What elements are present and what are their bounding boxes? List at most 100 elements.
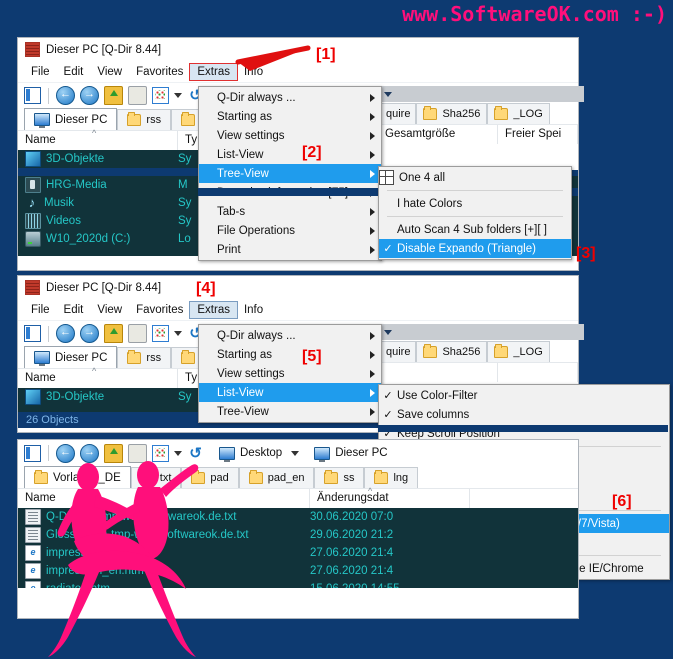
address-chevron-down-icon[interactable] [291, 450, 300, 456]
new-folder-icon[interactable] [128, 443, 147, 463]
menu-item-starting-as[interactable]: Starting as [199, 107, 381, 126]
file-row[interactable]: Glossar.htm-tmp-www.softwareok.de.txt 29… [18, 526, 578, 544]
view-grid-icon[interactable] [152, 87, 169, 104]
tab-pad[interactable]: pad [181, 467, 239, 488]
menu-favorites[interactable]: Favorites [129, 64, 190, 80]
submenu-arrow-icon [370, 407, 375, 416]
file-date: 15.06.2020 14:55 [310, 583, 470, 588]
folder-up-icon[interactable] [104, 324, 123, 343]
new-folder-icon[interactable] [128, 324, 147, 343]
menu-favorites[interactable]: Favorites [129, 302, 190, 318]
menu-extras[interactable]: Extras [189, 300, 238, 319]
menu-item-disable-expando[interactable]: ✓ Disable Expando (Triangle) [379, 239, 571, 258]
menu-item-qdir-always[interactable]: Q-Dir always ... [199, 88, 381, 107]
tab-rss[interactable]: rss [117, 347, 172, 368]
tab-quire[interactable]: quire [380, 103, 417, 124]
menu-item-file-operations[interactable]: File Operations [199, 221, 381, 240]
file-row[interactable]: Q-Dir.htm-tmp-www.softwareok.de.txt 30.0… [18, 508, 578, 526]
tab-pad-en[interactable]: pad_en [238, 467, 315, 488]
menu-info[interactable]: Info [237, 302, 270, 318]
menu-file[interactable]: File [24, 64, 57, 80]
address-item-desktop[interactable]: Desktop [219, 446, 282, 462]
tab-rss[interactable]: rss [117, 109, 172, 130]
file-name: impressum_en.htm [46, 565, 144, 577]
file-name: HRG-Media [46, 179, 107, 191]
menu-item-tree-view[interactable]: Tree-View [199, 164, 381, 183]
tab-label: Sha256 [442, 346, 481, 358]
list-view-icon[interactable] [24, 444, 41, 462]
forward-icon[interactable]: → [80, 86, 99, 105]
menu-edit[interactable]: Edit [57, 64, 91, 80]
tab-sha256[interactable]: Sha256 [416, 103, 488, 124]
view-grid-icon[interactable] [152, 444, 169, 462]
column-gesamtgroesse[interactable]: Gesamtgröße [378, 125, 498, 144]
menu-view[interactable]: View [90, 64, 129, 80]
menu-item-auto-scan-sub-folders[interactable]: Auto Scan 4 Sub folders [+][ ] [379, 220, 571, 239]
chevron-down-icon[interactable] [384, 329, 392, 335]
drive-icon [25, 231, 41, 247]
back-icon[interactable]: ← [56, 443, 75, 463]
view-grid-icon[interactable] [152, 325, 169, 342]
menu-item-starting-as[interactable]: Starting as [199, 345, 381, 364]
chevron-down-icon[interactable] [384, 91, 392, 97]
column-aenderungsdatum[interactable]: Änderungsdat [310, 489, 470, 508]
folder-up-icon[interactable] [104, 443, 123, 463]
tab-dieser-pc[interactable]: Dieser PC [24, 108, 118, 130]
folder-up-icon[interactable] [104, 86, 123, 105]
tab-sha256[interactable]: Sha256 [416, 341, 488, 362]
column-name[interactable]: Name [18, 131, 178, 150]
folder-icon [494, 106, 509, 120]
menu-item-use-color-filter[interactable]: ✓ Use Color-Filter [379, 386, 669, 405]
file-row[interactable]: e impressum_en.htm 27.06.2020 21:4 [18, 562, 578, 580]
forward-icon[interactable]: → [80, 324, 99, 343]
pane-scroll-band[interactable] [378, 324, 584, 340]
list-view-icon[interactable] [24, 87, 41, 104]
menu-item-qdir-always[interactable]: Q-Dir always ... [199, 326, 381, 345]
menu-file[interactable]: File [24, 302, 57, 318]
menu-item-save-columns[interactable]: ✓ Save columns [379, 405, 669, 424]
marker-1: [1] [316, 46, 336, 63]
menu-item-list-view[interactable]: List-View [199, 145, 381, 164]
file-row[interactable]: e impressum.htm 27.06.2020 21:4 [18, 544, 578, 562]
forward-icon[interactable]: → [80, 443, 99, 463]
menu-edit[interactable]: Edit [57, 302, 91, 318]
menu-item-print[interactable]: Print [199, 240, 381, 259]
tab-txt[interactable]: txt [130, 467, 182, 488]
new-folder-icon[interactable] [128, 86, 147, 105]
tab-dieser-pc[interactable]: Dieser PC [24, 346, 118, 368]
list-view-icon[interactable] [24, 325, 41, 342]
explorer-window: ← → ↺ Desktop Dieser PC Vorlagen_DE txt … [18, 440, 578, 618]
tab-vorlagen-de[interactable]: Vorlagen_DE [24, 466, 131, 488]
back-icon[interactable]: ← [56, 324, 75, 343]
chevron-down-icon[interactable] [174, 331, 182, 336]
chevron-down-icon[interactable] [174, 450, 182, 456]
file-row[interactable]: e radiatorl.htm 15.06.2020 14:55 [18, 580, 578, 588]
column-placeholder [498, 363, 578, 382]
tab-log[interactable]: _LOG [487, 103, 550, 124]
menu-item-list-view[interactable]: List-View [199, 383, 381, 402]
tab-ss[interactable]: ss [314, 467, 365, 488]
menu-item-one-4-all[interactable]: One 4 all [379, 168, 571, 187]
column-name[interactable]: Name [18, 369, 178, 388]
back-icon[interactable]: ← [56, 86, 75, 105]
menu-item-view-settings[interactable]: View settings [199, 126, 381, 145]
htm-icon: e [25, 581, 41, 588]
menu-item-tree-view[interactable]: Tree-View [199, 402, 381, 421]
menu-item-view-settings[interactable]: View settings [199, 364, 381, 383]
app-icon [25, 42, 40, 57]
pane-scroll-band[interactable] [378, 86, 584, 102]
refresh-icon[interactable]: ↺ [187, 445, 204, 462]
column-freier-speicher[interactable]: Freier Spei [498, 125, 578, 144]
media-icon [25, 177, 41, 193]
menu-view[interactable]: View [90, 302, 129, 318]
tab-log[interactable]: _LOG [487, 341, 550, 362]
column-name[interactable]: Name [18, 489, 310, 508]
tab-label: Sha256 [442, 108, 481, 120]
tab-lng[interactable]: lng [364, 467, 419, 488]
address-item-dieser-pc[interactable]: Dieser PC [314, 446, 388, 462]
menu-item-label: File Operations [217, 224, 295, 237]
menu-item-i-hate-colors[interactable]: I hate Colors [379, 194, 571, 213]
tab-quire[interactable]: quire [380, 341, 417, 362]
menu-item-tabs[interactable]: Tab-s [199, 202, 381, 221]
chevron-down-icon[interactable] [174, 93, 182, 98]
